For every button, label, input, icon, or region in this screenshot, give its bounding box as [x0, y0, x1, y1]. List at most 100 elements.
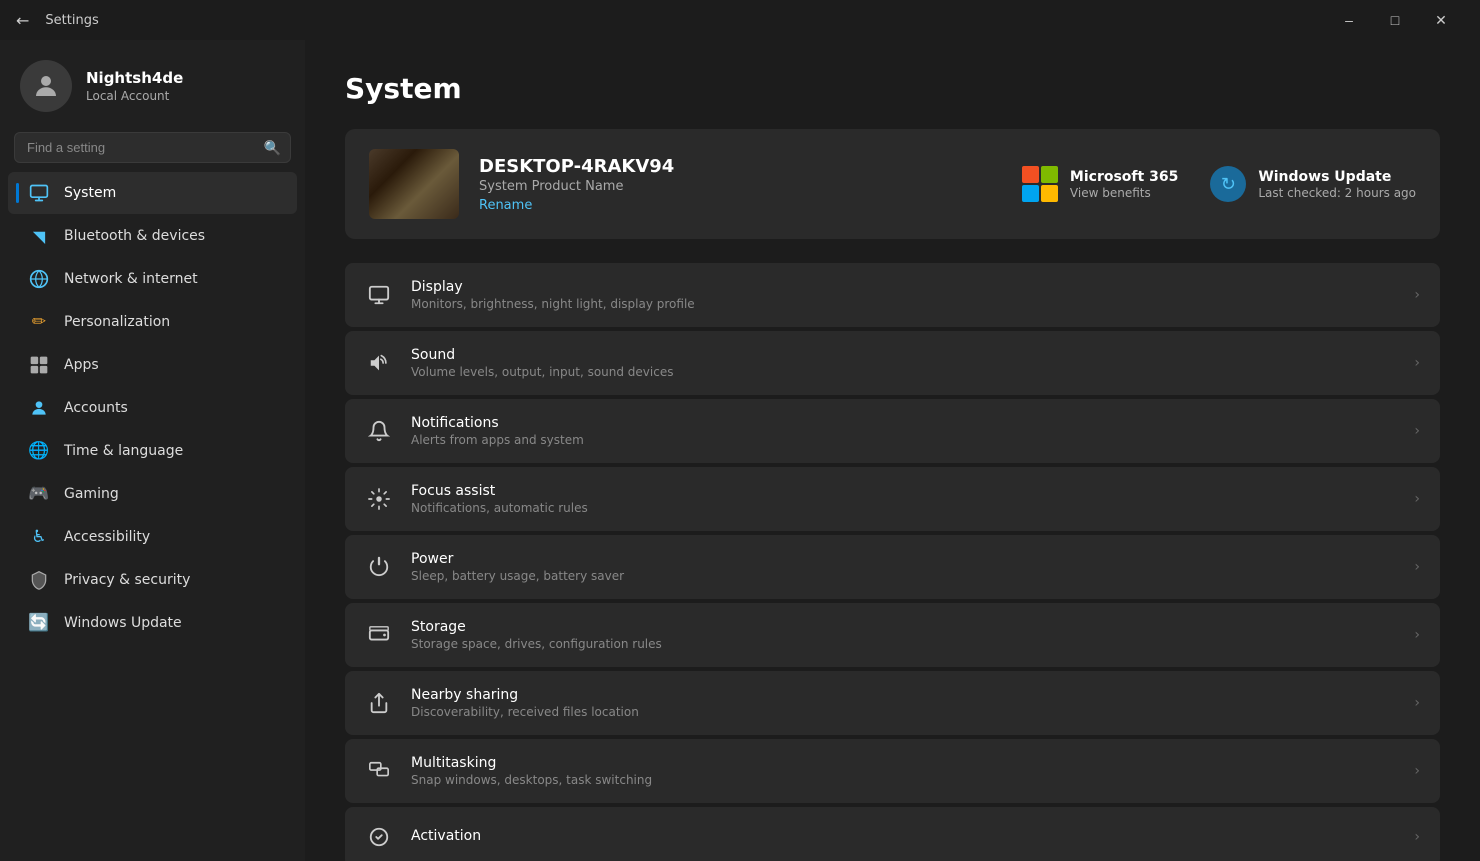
computer-image	[369, 149, 459, 219]
setting-item-notifications[interactable]: Notifications Alerts from apps and syste…	[345, 399, 1440, 463]
microsoft365-label: Microsoft 365	[1070, 169, 1178, 185]
power-text: Power Sleep, battery usage, battery save…	[411, 551, 1396, 583]
notifications-desc: Alerts from apps and system	[411, 433, 1396, 447]
microsoft365-action[interactable]: Microsoft 365 View benefits	[1022, 166, 1178, 202]
power-chevron: ›	[1414, 559, 1420, 575]
ms-tile-blue	[1022, 185, 1039, 202]
activation-text: Activation	[411, 828, 1396, 846]
search-box: 🔍	[14, 132, 291, 163]
sidebar-item-system[interactable]: System	[8, 172, 297, 214]
title-bar-controls: – □ ✕	[1326, 4, 1464, 36]
focus-text: Focus assist Notifications, automatic ru…	[411, 483, 1396, 515]
display-icon	[365, 281, 393, 309]
apps-icon	[28, 354, 50, 376]
windows-update-icon: ↻	[1210, 166, 1246, 202]
display-chevron: ›	[1414, 287, 1420, 303]
sidebar-item-personalization[interactable]: ✏ Personalization	[8, 301, 297, 343]
computer-card: DESKTOP-4RAKV94 System Product Name Rena…	[345, 129, 1440, 239]
user-info: Nightsh4de Local Account	[86, 69, 183, 103]
user-profile[interactable]: Nightsh4de Local Account	[0, 48, 305, 128]
setting-item-focus[interactable]: Focus assist Notifications, automatic ru…	[345, 467, 1440, 531]
sidebar-label-gaming: Gaming	[64, 486, 119, 502]
notifications-text: Notifications Alerts from apps and syste…	[411, 415, 1396, 447]
system-icon	[28, 182, 50, 204]
display-text: Display Monitors, brightness, night ligh…	[411, 279, 1396, 311]
nearby-icon	[365, 689, 393, 717]
user-name: Nightsh4de	[86, 69, 183, 87]
sound-chevron: ›	[1414, 355, 1420, 371]
rename-button[interactable]: Rename	[479, 198, 532, 213]
sidebar-item-gaming[interactable]: 🎮 Gaming	[8, 473, 297, 515]
sidebar-label-network: Network & internet	[64, 271, 198, 287]
sidebar-label-accounts: Accounts	[64, 400, 128, 416]
gaming-icon: 🎮	[28, 483, 50, 505]
computer-name: DESKTOP-4RAKV94	[479, 156, 1002, 177]
minimize-button[interactable]: –	[1326, 4, 1372, 36]
accounts-icon	[28, 397, 50, 419]
sound-title: Sound	[411, 347, 1396, 363]
focus-icon	[365, 485, 393, 513]
display-desc: Monitors, brightness, night light, displ…	[411, 297, 1396, 311]
microsoft365-text: Microsoft 365 View benefits	[1070, 169, 1178, 200]
activation-title: Activation	[411, 828, 1396, 844]
multitasking-icon	[365, 757, 393, 785]
notifications-icon	[365, 417, 393, 445]
setting-item-multitasking[interactable]: Multitasking Snap windows, desktops, tas…	[345, 739, 1440, 803]
sidebar-nav: System ◥ Bluetooth & devices Network & i…	[0, 171, 305, 645]
search-icon-button[interactable]: 🔍	[264, 139, 281, 156]
power-icon	[365, 553, 393, 581]
personalization-icon: ✏	[28, 311, 50, 333]
sound-icon	[365, 349, 393, 377]
sidebar-label-privacy: Privacy & security	[64, 572, 190, 588]
sidebar-label-time: Time & language	[64, 443, 183, 459]
close-button[interactable]: ✕	[1418, 4, 1464, 36]
storage-title: Storage	[411, 619, 1396, 635]
computer-actions: Microsoft 365 View benefits ↻ Windows Up…	[1022, 166, 1416, 202]
computer-image-texture	[369, 149, 459, 219]
multitasking-chevron: ›	[1414, 763, 1420, 779]
back-button[interactable]: ←	[16, 11, 29, 30]
maximize-button[interactable]: □	[1372, 4, 1418, 36]
sidebar-item-network[interactable]: Network & internet	[8, 258, 297, 300]
focus-desc: Notifications, automatic rules	[411, 501, 1396, 515]
notifications-title: Notifications	[411, 415, 1396, 431]
computer-info: DESKTOP-4RAKV94 System Product Name Rena…	[479, 156, 1002, 213]
avatar	[20, 60, 72, 112]
setting-item-display[interactable]: Display Monitors, brightness, night ligh…	[345, 263, 1440, 327]
setting-item-storage[interactable]: Storage Storage space, drives, configura…	[345, 603, 1440, 667]
title-bar-left: ← Settings	[16, 11, 99, 30]
storage-desc: Storage space, drives, configuration rul…	[411, 637, 1396, 651]
sidebar-item-update[interactable]: 🔄 Windows Update	[8, 602, 297, 644]
sidebar-label-system: System	[64, 185, 116, 201]
sidebar-label-apps: Apps	[64, 357, 99, 373]
power-title: Power	[411, 551, 1396, 567]
display-title: Display	[411, 279, 1396, 295]
search-input[interactable]	[14, 132, 291, 163]
sidebar-item-bluetooth[interactable]: ◥ Bluetooth & devices	[8, 215, 297, 257]
microsoft365-icon	[1022, 166, 1058, 202]
sidebar-item-accessibility[interactable]: ♿ Accessibility	[8, 516, 297, 558]
sidebar-label-accessibility: Accessibility	[64, 529, 150, 545]
network-icon	[28, 268, 50, 290]
title-bar: ← Settings – □ ✕	[0, 0, 1480, 40]
setting-item-nearby[interactable]: Nearby sharing Discoverability, received…	[345, 671, 1440, 735]
content-area: System DESKTOP-4RAKV94 System Product Na…	[305, 40, 1480, 861]
sidebar-item-privacy[interactable]: Privacy & security	[8, 559, 297, 601]
user-account-type: Local Account	[86, 89, 183, 103]
windows-update-label: Windows Update	[1258, 169, 1416, 185]
sidebar-item-accounts[interactable]: Accounts	[8, 387, 297, 429]
setting-item-activation[interactable]: Activation ›	[345, 807, 1440, 861]
computer-product: System Product Name	[479, 179, 1002, 194]
sidebar-label-bluetooth: Bluetooth & devices	[64, 228, 205, 244]
setting-item-sound[interactable]: Sound Volume levels, output, input, soun…	[345, 331, 1440, 395]
windows-update-action[interactable]: ↻ Windows Update Last checked: 2 hours a…	[1210, 166, 1416, 202]
setting-item-power[interactable]: Power Sleep, battery usage, battery save…	[345, 535, 1440, 599]
page-title: System	[345, 72, 1440, 105]
time-icon: 🌐	[28, 440, 50, 462]
sidebar-label-update: Windows Update	[64, 615, 182, 631]
bluetooth-icon: ◥	[28, 225, 50, 247]
ms-tile-red	[1022, 166, 1039, 183]
sidebar-item-apps[interactable]: Apps	[8, 344, 297, 386]
settings-list: Display Monitors, brightness, night ligh…	[345, 263, 1440, 861]
sidebar-item-time[interactable]: 🌐 Time & language	[8, 430, 297, 472]
